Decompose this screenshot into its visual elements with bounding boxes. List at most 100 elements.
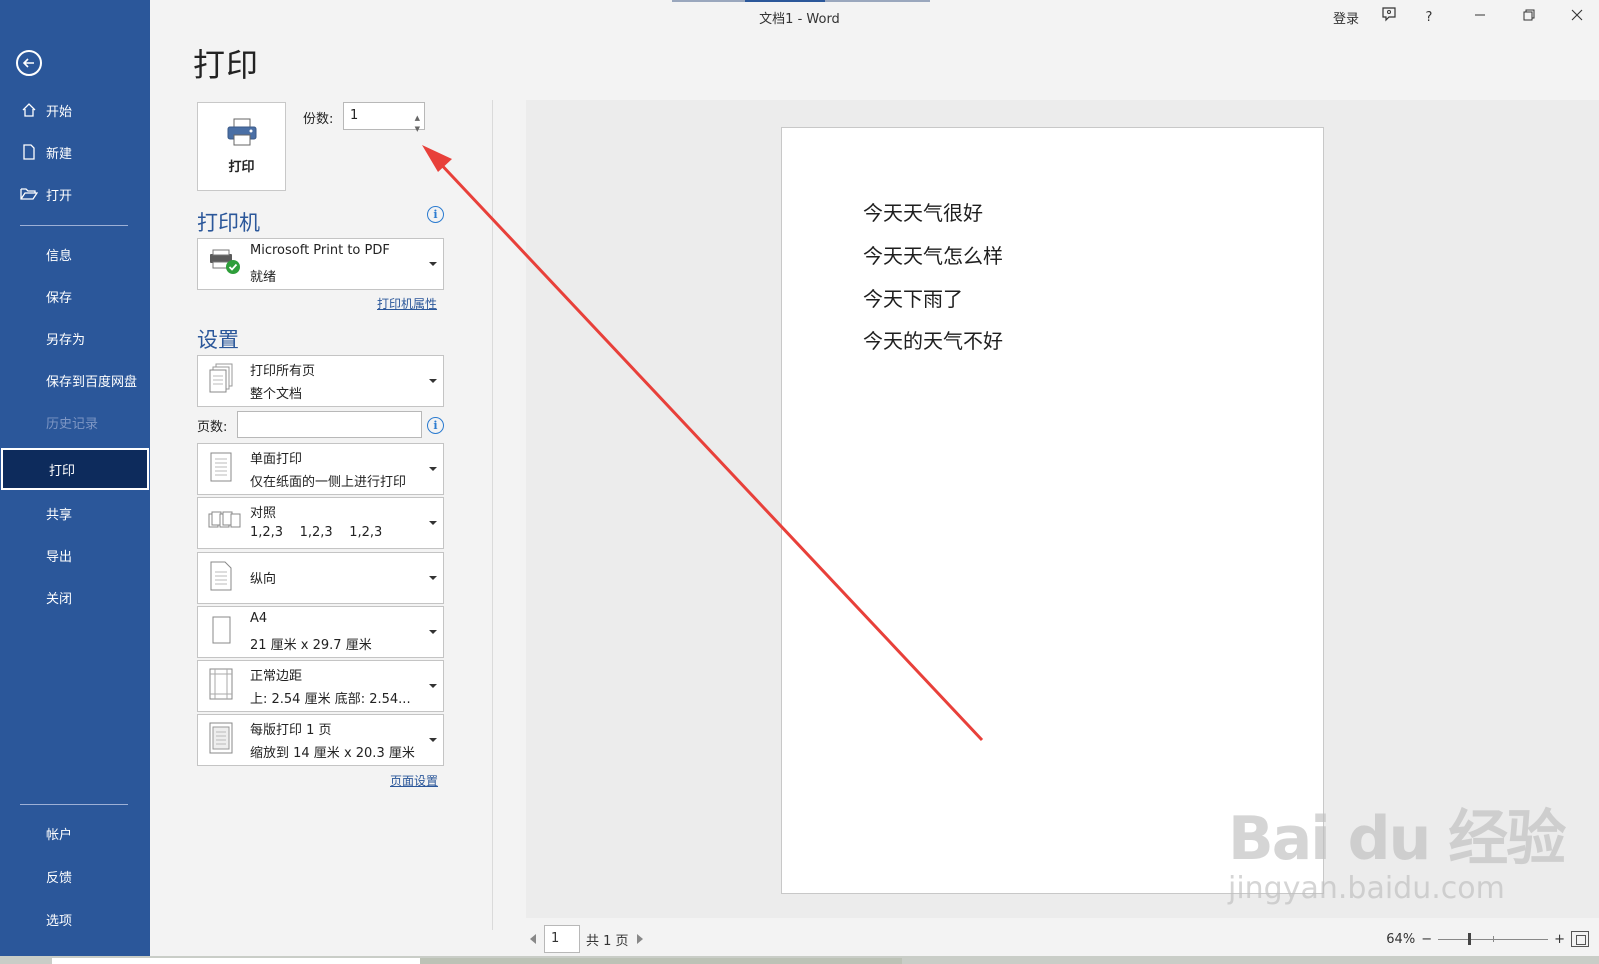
home-icon <box>20 101 38 119</box>
restore-button[interactable] <box>1514 4 1544 30</box>
panel-divider <box>492 100 493 930</box>
setting-line1: 每版打印 1 页 <box>250 723 332 738</box>
orientation-select[interactable]: 纵向 <box>197 552 444 604</box>
zoom-slider[interactable] <box>1438 932 1549 945</box>
sidebar-item-label: 打印 <box>49 463 76 479</box>
sidebar-item-label: 反馈 <box>46 870 73 886</box>
printer-select[interactable]: Microsoft Print to PDF 就绪 <box>197 238 444 290</box>
sidebar-item-info[interactable]: 信息 <box>0 234 148 274</box>
chevron-down-icon <box>429 738 437 742</box>
printer-heading: 打印机 <box>197 211 260 235</box>
title-bar-accent <box>745 0 825 2</box>
printer-ready-icon <box>208 248 242 280</box>
setting-line1: A4 <box>250 611 268 626</box>
sidebar-item-save[interactable]: 保存 <box>0 276 148 316</box>
setting-line2: 整个文档 <box>250 387 303 402</box>
sidebar-item-label: 另存为 <box>46 332 86 348</box>
printer-properties-link[interactable]: 打印机属性 <box>377 295 437 312</box>
setting-line1: 对照 <box>250 506 277 521</box>
current-page-input[interactable]: 1 <box>544 925 580 953</box>
restore-icon <box>1523 9 1535 25</box>
sidebar-item-new[interactable]: 新建 <box>0 132 148 172</box>
paper-size-select[interactable]: A4 21 厘米 x 29.7 厘米 <box>197 606 444 658</box>
collation-select[interactable]: 对照 1,2,3 1,2,3 1,2,3 <box>197 497 444 549</box>
setting-line2: 上: 2.54 厘米 底部: 2.54... <box>250 692 411 707</box>
document-line: 今天下雨了 <box>863 287 963 311</box>
sidebar-item-label: 保存 <box>46 290 73 306</box>
close-button[interactable] <box>1562 4 1592 30</box>
margins-select[interactable]: 正常边距 上: 2.54 厘米 底部: 2.54... <box>197 660 444 712</box>
copies-stepper[interactable]: 1 ▲ ▼ <box>343 102 425 133</box>
baidu-watermark: Bai du 经验 jingyan.baidu.com <box>1228 790 1566 906</box>
zoom-slider-midpoint <box>1493 935 1495 942</box>
new-document-icon <box>20 143 38 161</box>
zoom-to-page-icon[interactable] <box>1571 931 1589 947</box>
chevron-down-icon <box>429 467 437 471</box>
zoom-level[interactable]: 64% <box>1386 932 1415 947</box>
sidebar-item-share[interactable]: 共享 <box>0 493 148 533</box>
next-page-icon[interactable] <box>636 934 643 944</box>
document-line: 今天的天气不好 <box>863 329 1003 353</box>
minimize-button[interactable] <box>1465 4 1495 30</box>
previous-page-icon[interactable] <box>530 934 536 944</box>
sidebar-item-account[interactable]: 帐户 <box>0 813 148 853</box>
sidebar-item-options[interactable]: 选项 <box>0 899 148 939</box>
print-button-label: 打印 <box>228 160 255 175</box>
paper-size-icon <box>208 614 234 650</box>
single-sided-icon <box>208 451 234 487</box>
info-icon[interactable]: i <box>427 417 444 434</box>
print-button[interactable]: 打印 <box>197 102 286 191</box>
sidebar-item-history: 历史记录 <box>0 402 148 442</box>
spin-down-icon[interactable]: ▼ <box>415 116 420 142</box>
sidebar-item-label: 开始 <box>46 104 73 120</box>
margins-icon <box>208 667 234 705</box>
sidebar-item-export[interactable]: 导出 <box>0 535 148 575</box>
pages-input[interactable] <box>237 411 422 438</box>
sidebar-item-save-as[interactable]: 另存为 <box>0 318 148 358</box>
page-setup-link[interactable]: 页面设置 <box>390 772 438 789</box>
help-button[interactable]: ? <box>1416 4 1442 30</box>
setting-line1: 纵向 <box>250 572 277 587</box>
zoom-slider-thumb[interactable] <box>1468 932 1472 945</box>
chevron-down-icon <box>429 576 437 580</box>
back-arrow-icon[interactable] <box>16 50 42 76</box>
chevron-down-icon <box>429 262 437 266</box>
page-navigator: 1 共 1 页 <box>530 925 643 953</box>
sidebar-item-print[interactable]: 打印 <box>1 448 149 490</box>
sidebar-item-label: 选项 <box>46 913 73 929</box>
chevron-down-icon <box>429 630 437 634</box>
zoom-out-icon[interactable]: − <box>1421 932 1432 947</box>
setting-line2: 1,2,3 1,2,3 1,2,3 <box>250 525 383 540</box>
setting-line1: 单面打印 <box>250 452 303 467</box>
total-pages: 共 1 页 <box>586 933 629 949</box>
backstage-sidebar: 开始 新建 打开 信息 保存 另存为 保存到百度网盘 历史记录 打印 共享 导出… <box>0 0 150 964</box>
coauthor-button[interactable] <box>1374 4 1404 30</box>
chevron-down-icon <box>429 684 437 688</box>
chevron-down-icon <box>429 379 437 383</box>
sidebar-item-save-to-baidu[interactable]: 保存到百度网盘 <box>0 360 148 400</box>
sidebar-item-label: 信息 <box>46 248 73 264</box>
info-icon[interactable]: i <box>427 206 444 223</box>
zoom-in-icon[interactable]: + <box>1554 932 1565 947</box>
pages-stack-icon <box>208 362 236 400</box>
sidebar-item-close[interactable]: 关闭 <box>0 577 148 617</box>
portrait-page-icon <box>208 560 234 596</box>
folder-open-icon <box>20 185 38 203</box>
sides-select[interactable]: 单面打印 仅在纸面的一侧上进行打印 <box>197 443 444 495</box>
copies-label: 份数: <box>303 112 334 127</box>
sign-in-button[interactable]: 登录 <box>1328 4 1364 30</box>
printer-status: 就绪 <box>250 270 277 285</box>
zoom-control: 64% − + <box>1386 929 1589 949</box>
taskbar-strip <box>420 958 902 964</box>
pages-per-sheet-select[interactable]: 每版打印 1 页 缩放到 14 厘米 x 20.3 厘米 <box>197 714 444 766</box>
setting-line1: 正常边距 <box>250 669 303 684</box>
sidebar-item-label: 保存到百度网盘 <box>46 374 138 390</box>
print-range-select[interactable]: 打印所有页 整个文档 <box>197 355 444 407</box>
sidebar-item-open[interactable]: 打开 <box>0 174 148 214</box>
setting-line2: 仅在纸面的一侧上进行打印 <box>250 475 407 490</box>
sidebar-item-label: 打开 <box>46 188 73 204</box>
sidebar-item-feedback[interactable]: 反馈 <box>0 856 148 896</box>
setting-line2: 21 厘米 x 29.7 厘米 <box>250 638 372 653</box>
sidebar-item-home[interactable]: 开始 <box>0 90 148 130</box>
sidebar-item-label: 导出 <box>46 549 73 565</box>
